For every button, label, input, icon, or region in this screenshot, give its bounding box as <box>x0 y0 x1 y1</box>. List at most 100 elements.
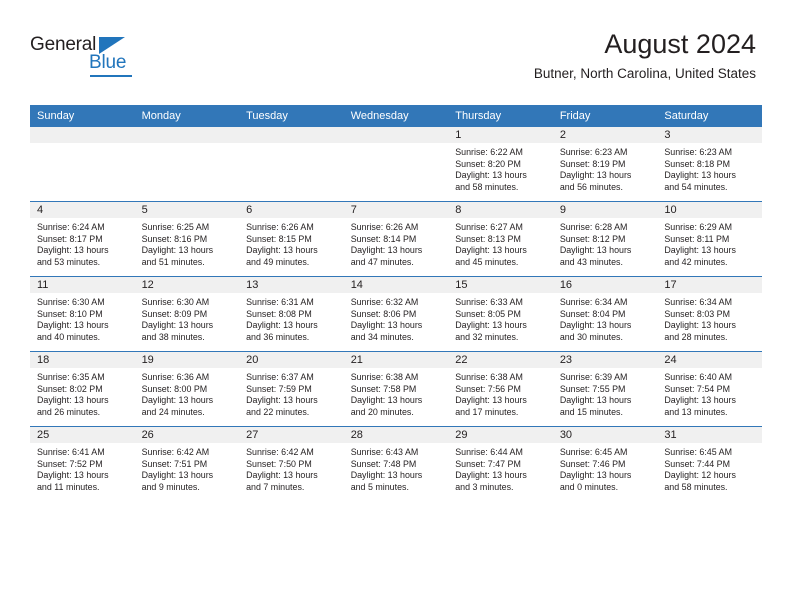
daylight-text-line1: Daylight: 13 hours <box>141 470 214 481</box>
sunset-text: Sunset: 8:18 PM <box>664 158 730 169</box>
logo-text-blue: Blue <box>89 52 127 73</box>
day-cell[interactable]: 29 Sunrise: 6:44 AM Sunset: 7:47 PM Dayl… <box>448 426 553 501</box>
sunset-text: Sunset: 7:47 PM <box>455 458 521 469</box>
weekday-header-wednesday: Wednesday <box>343 105 449 127</box>
sunrise-text: Sunrise: 6:40 AM <box>664 372 732 382</box>
day-cell[interactable]: 5 Sunrise: 6:25 AM Sunset: 8:16 PM Dayli… <box>134 201 240 277</box>
sunset-text: Sunset: 8:00 PM <box>141 383 208 394</box>
weekday-header-saturday: Saturday <box>657 105 762 127</box>
day-cell[interactable]: 7 Sunrise: 6:26 AM Sunset: 8:14 PM Dayli… <box>343 201 449 277</box>
day-cell[interactable]: 23 Sunrise: 6:39 AM Sunset: 7:55 PM Dayl… <box>552 351 658 427</box>
day-cell[interactable]: 20 Sunrise: 6:37 AM Sunset: 7:59 PM Dayl… <box>239 351 344 427</box>
sunrise-text: Sunrise: 6:32 AM <box>350 297 419 307</box>
daylight-text-line2: and 26 minutes. <box>37 407 101 418</box>
day-cell[interactable]: 24 Sunrise: 6:40 AM Sunset: 7:54 PM Dayl… <box>657 351 762 427</box>
day-number: 15 <box>448 277 553 293</box>
daylight-text-line1: Daylight: 13 hours <box>559 245 632 256</box>
week-row: 18 Sunrise: 6:35 AM Sunset: 8:02 PM Dayl… <box>30 351 762 427</box>
day-details: Sunrise: 6:45 AM Sunset: 7:44 PM Dayligh… <box>657 443 762 494</box>
daylight-text-line2: and 56 minutes. <box>559 182 623 193</box>
day-cell[interactable]: 31 Sunrise: 6:45 AM Sunset: 7:44 PM Dayl… <box>657 426 762 501</box>
day-number: 14 <box>343 277 449 293</box>
day-cell[interactable]: 11 Sunrise: 6:30 AM Sunset: 8:10 PM Dayl… <box>30 276 135 352</box>
day-cell[interactable]: 27 Sunrise: 6:42 AM Sunset: 7:50 PM Dayl… <box>239 426 344 501</box>
day-number: 21 <box>343 352 449 368</box>
day-number: 5 <box>134 202 240 218</box>
daylight-text-line1: Daylight: 13 hours <box>350 245 423 256</box>
day-details: Sunrise: 6:29 AM Sunset: 8:11 PM Dayligh… <box>657 218 762 269</box>
weekday-header-sunday: Sunday <box>30 105 135 127</box>
day-cell[interactable]: 8 Sunrise: 6:27 AM Sunset: 8:13 PM Dayli… <box>448 201 553 277</box>
day-details: Sunrise: 6:26 AM Sunset: 8:14 PM Dayligh… <box>344 218 449 269</box>
weekday-header-monday: Monday <box>134 105 240 127</box>
day-cell[interactable]: 14 Sunrise: 6:32 AM Sunset: 8:06 PM Dayl… <box>343 276 449 352</box>
sunrise-text: Sunrise: 6:23 AM <box>559 147 628 157</box>
sunset-text: Sunset: 8:20 PM <box>455 158 521 169</box>
day-number: 20 <box>239 352 344 368</box>
day-cell[interactable]: 12 Sunrise: 6:30 AM Sunset: 8:09 PM Dayl… <box>134 276 240 352</box>
daylight-text-line1: Daylight: 13 hours <box>664 245 736 256</box>
daylight-text-line2: and 15 minutes. <box>559 407 623 418</box>
day-cell[interactable]: 30 Sunrise: 6:45 AM Sunset: 7:46 PM Dayl… <box>552 426 658 501</box>
sunset-text: Sunset: 7:56 PM <box>455 383 521 394</box>
day-details: Sunrise: 6:41 AM Sunset: 7:52 PM Dayligh… <box>30 443 135 494</box>
sunrise-text: Sunrise: 6:34 AM <box>559 297 628 307</box>
day-cell[interactable]: 26 Sunrise: 6:42 AM Sunset: 7:51 PM Dayl… <box>134 426 240 501</box>
logo-text-general: General <box>30 34 97 55</box>
sunset-text: Sunset: 7:44 PM <box>664 458 730 469</box>
daylight-text-line2: and 5 minutes. <box>350 482 409 493</box>
daylight-text-line1: Daylight: 13 hours <box>559 170 632 181</box>
sunrise-text: Sunrise: 6:24 AM <box>37 222 105 232</box>
weekday-header-tuesday: Tuesday <box>239 105 344 127</box>
sunset-text: Sunset: 7:59 PM <box>246 383 312 394</box>
day-cell[interactable]: 21 Sunrise: 6:38 AM Sunset: 7:58 PM Dayl… <box>343 351 449 427</box>
weekday-header-friday: Friday <box>552 105 658 127</box>
sunrise-text: Sunrise: 6:33 AM <box>455 297 523 307</box>
day-cell[interactable] <box>343 127 449 202</box>
day-cell[interactable]: 18 Sunrise: 6:35 AM Sunset: 8:02 PM Dayl… <box>30 351 135 427</box>
day-cell[interactable] <box>239 127 344 202</box>
day-cell[interactable]: 19 Sunrise: 6:36 AM Sunset: 8:00 PM Dayl… <box>134 351 240 427</box>
day-details: Sunrise: 6:38 AM Sunset: 7:56 PM Dayligh… <box>448 368 553 419</box>
daylight-text-line2: and 24 minutes. <box>141 407 205 418</box>
day-cell[interactable]: 10 Sunrise: 6:29 AM Sunset: 8:11 PM Dayl… <box>657 201 762 277</box>
day-cell[interactable]: 2 Sunrise: 6:23 AM Sunset: 8:19 PM Dayli… <box>552 127 658 202</box>
day-number: 2 <box>552 127 658 143</box>
day-number: 17 <box>657 277 762 293</box>
sunset-text: Sunset: 8:14 PM <box>350 233 417 244</box>
day-cell[interactable]: 17 Sunrise: 6:34 AM Sunset: 8:03 PM Dayl… <box>657 276 762 352</box>
daylight-text-line2: and 36 minutes. <box>246 332 310 343</box>
sunset-text: Sunset: 8:15 PM <box>246 233 312 244</box>
day-details: Sunrise: 6:42 AM Sunset: 7:50 PM Dayligh… <box>239 443 344 494</box>
day-cell[interactable] <box>134 127 240 202</box>
day-cell[interactable]: 3 Sunrise: 6:23 AM Sunset: 8:18 PM Dayli… <box>657 127 762 202</box>
day-number: 12 <box>134 277 240 293</box>
day-cell[interactable]: 4 Sunrise: 6:24 AM Sunset: 8:17 PM Dayli… <box>30 201 135 277</box>
day-details: Sunrise: 6:38 AM Sunset: 7:58 PM Dayligh… <box>344 368 449 419</box>
general-blue-logo[interactable]: General Blue <box>30 34 160 82</box>
day-cell[interactable]: 22 Sunrise: 6:38 AM Sunset: 7:56 PM Dayl… <box>448 351 553 427</box>
sunset-text: Sunset: 7:51 PM <box>141 458 208 469</box>
day-cell[interactable]: 13 Sunrise: 6:31 AM Sunset: 8:08 PM Dayl… <box>239 276 344 352</box>
day-details: Sunrise: 6:34 AM Sunset: 8:03 PM Dayligh… <box>657 293 762 344</box>
day-number: 19 <box>134 352 240 368</box>
day-cell[interactable] <box>30 127 135 202</box>
day-cell[interactable]: 16 Sunrise: 6:34 AM Sunset: 8:04 PM Dayl… <box>552 276 658 352</box>
sunrise-text: Sunrise: 6:42 AM <box>246 447 314 457</box>
day-cell[interactable]: 15 Sunrise: 6:33 AM Sunset: 8:05 PM Dayl… <box>448 276 553 352</box>
sunset-text: Sunset: 8:09 PM <box>141 308 208 319</box>
daylight-text-line2: and 20 minutes. <box>350 407 414 418</box>
daylight-text-line1: Daylight: 13 hours <box>37 470 109 481</box>
logo-underline <box>90 75 132 77</box>
daylight-text-line1: Daylight: 13 hours <box>350 395 423 406</box>
daylight-text-line1: Daylight: 13 hours <box>141 245 214 256</box>
day-cell[interactable]: 1 Sunrise: 6:22 AM Sunset: 8:20 PM Dayli… <box>448 127 553 202</box>
sunrise-text: Sunrise: 6:43 AM <box>350 447 419 457</box>
day-cell[interactable]: 28 Sunrise: 6:43 AM Sunset: 7:48 PM Dayl… <box>343 426 449 501</box>
day-cell[interactable]: 25 Sunrise: 6:41 AM Sunset: 7:52 PM Dayl… <box>30 426 135 501</box>
daylight-text-line2: and 38 minutes. <box>141 332 205 343</box>
day-cell[interactable]: 9 Sunrise: 6:28 AM Sunset: 8:12 PM Dayli… <box>552 201 658 277</box>
day-cell[interactable]: 6 Sunrise: 6:26 AM Sunset: 8:15 PM Dayli… <box>239 201 344 277</box>
sunrise-text: Sunrise: 6:30 AM <box>141 297 210 307</box>
daylight-text-line1: Daylight: 13 hours <box>664 320 736 331</box>
